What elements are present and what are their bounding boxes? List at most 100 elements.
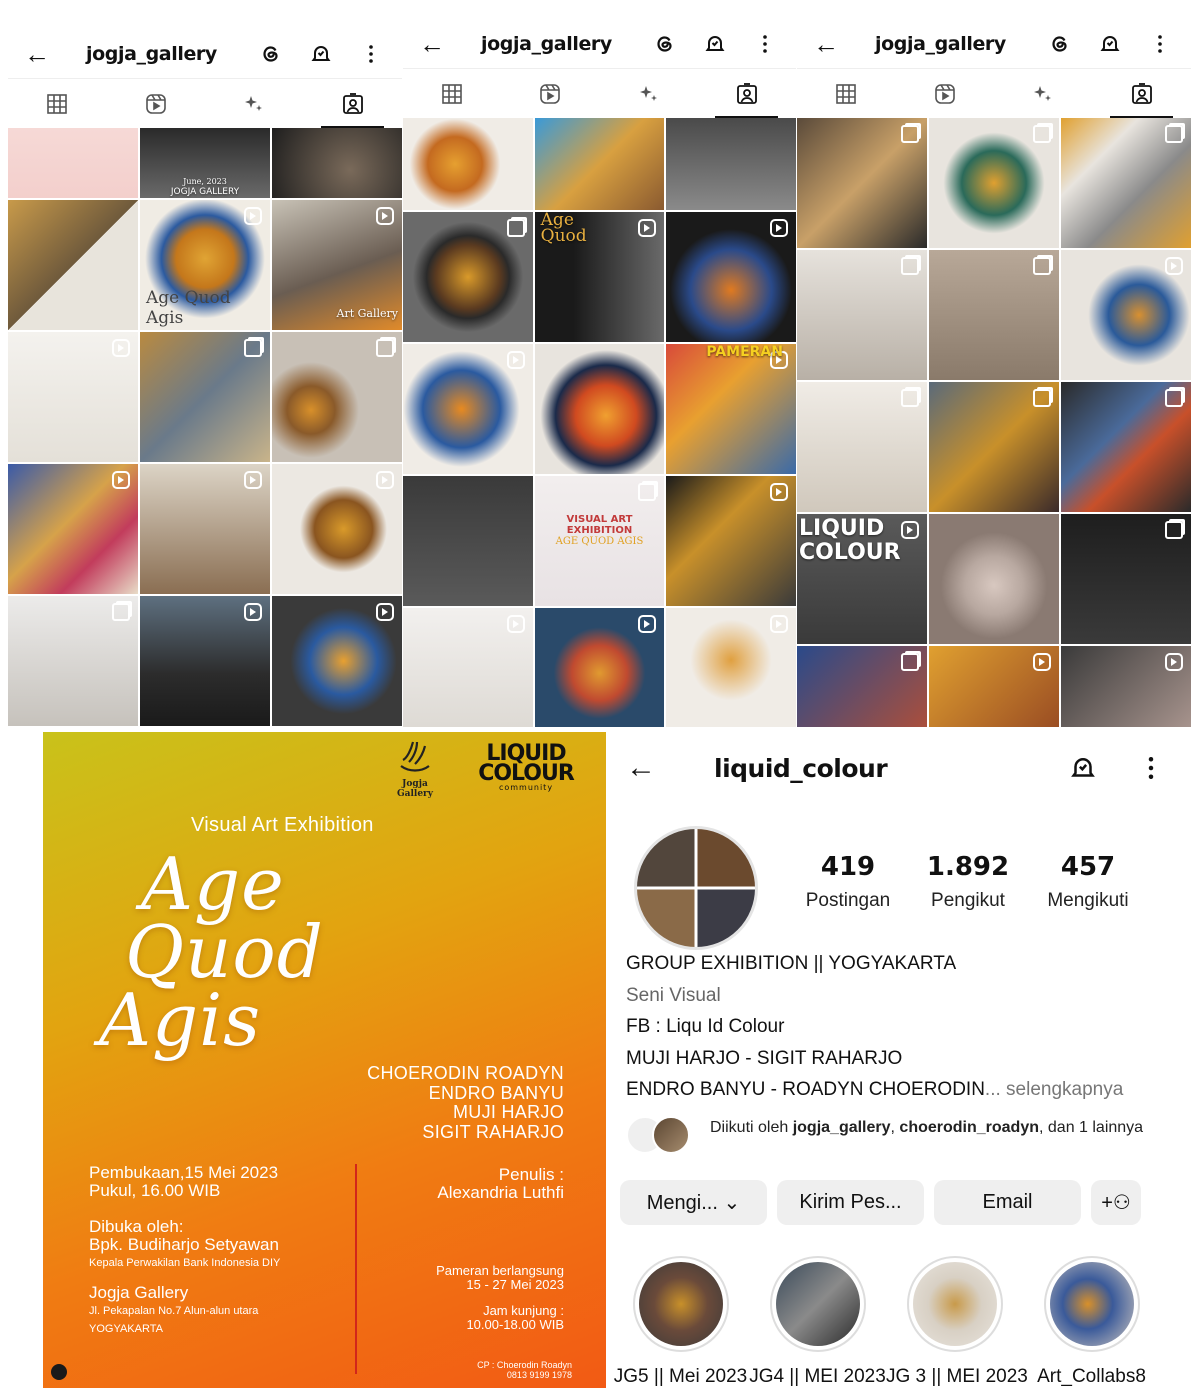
reels-icon bbox=[934, 83, 955, 104]
tab-posts[interactable] bbox=[8, 79, 107, 128]
tab-tagged[interactable] bbox=[698, 69, 796, 118]
reels-icon bbox=[540, 83, 561, 104]
top-bar: ← jogja_gallery bbox=[797, 0, 1191, 68]
visit-label: Jam kunjung : bbox=[483, 1303, 564, 1318]
highlight-item[interactable]: JG5 || Mei 2023 bbox=[612, 1256, 749, 1388]
tab-reels[interactable] bbox=[107, 79, 206, 128]
grid-post[interactable]: June, 2023 JOGJA GALLERY bbox=[140, 128, 270, 198]
grid-post[interactable]: Art Gallery bbox=[272, 200, 402, 330]
grid-post[interactable] bbox=[403, 344, 533, 474]
grid-post[interactable] bbox=[272, 464, 402, 594]
account-badge-icon bbox=[51, 1364, 67, 1380]
grid-post[interactable] bbox=[534, 118, 665, 210]
grid-post[interactable] bbox=[140, 332, 270, 462]
duration-dates: 15 - 27 Mei 2023 bbox=[466, 1277, 564, 1292]
reel-icon bbox=[112, 339, 130, 357]
grid-post[interactable] bbox=[272, 332, 402, 462]
liquid-colour-logo: LIQUID COLOUR community bbox=[478, 741, 575, 792]
tab-reels[interactable] bbox=[896, 69, 995, 118]
threads-icon[interactable] bbox=[254, 37, 288, 71]
sparkle-icon bbox=[639, 85, 657, 101]
tab-collabs[interactable] bbox=[205, 79, 304, 128]
grid-post[interactable] bbox=[1061, 514, 1191, 644]
more-options-icon[interactable] bbox=[1143, 27, 1177, 61]
back-arrow-icon[interactable]: ← bbox=[813, 27, 849, 61]
reel-icon bbox=[1165, 653, 1183, 671]
tab-posts[interactable] bbox=[403, 69, 501, 118]
tab-posts[interactable] bbox=[797, 69, 896, 118]
more-options-icon[interactable] bbox=[1131, 748, 1171, 788]
grid-post[interactable] bbox=[8, 128, 138, 198]
notification-bell-icon[interactable] bbox=[304, 37, 338, 71]
see-more-link[interactable]: ... selengkapnya bbox=[985, 1079, 1123, 1100]
grid-post[interactable] bbox=[929, 514, 1059, 644]
grid-post[interactable] bbox=[8, 464, 138, 594]
highlight-item[interactable]: Art_Collabs8 bbox=[1023, 1256, 1160, 1388]
grid-post[interactable] bbox=[8, 596, 138, 726]
tab-collabs[interactable] bbox=[994, 69, 1093, 118]
stat-posts[interactable]: 419 Postingan bbox=[788, 852, 908, 912]
grid-post[interactable] bbox=[534, 344, 665, 474]
profile-avatar[interactable] bbox=[634, 826, 758, 950]
grid-post[interactable] bbox=[1061, 646, 1191, 727]
notification-bell-icon[interactable] bbox=[1093, 27, 1127, 61]
grid-post[interactable] bbox=[272, 128, 402, 198]
grid-post[interactable] bbox=[1061, 250, 1191, 380]
grid-post[interactable]: LIQUID COLOUR bbox=[797, 514, 927, 644]
notification-bell-icon[interactable] bbox=[698, 27, 732, 61]
stat-following[interactable]: 457 Mengikuti bbox=[1028, 852, 1148, 912]
grid-post[interactable] bbox=[8, 332, 138, 462]
grid-post[interactable] bbox=[929, 646, 1059, 727]
grid-post[interactable] bbox=[403, 608, 533, 727]
threads-icon[interactable] bbox=[1043, 27, 1077, 61]
grid-post[interactable] bbox=[797, 382, 927, 512]
grid-post[interactable] bbox=[666, 212, 796, 342]
grid-post[interactable] bbox=[929, 382, 1059, 512]
back-arrow-icon[interactable]: ← bbox=[419, 27, 455, 61]
email-button[interactable]: Email bbox=[934, 1180, 1081, 1225]
grid-post[interactable] bbox=[8, 200, 138, 330]
grid-post[interactable] bbox=[666, 118, 796, 210]
grid-post[interactable] bbox=[666, 608, 796, 727]
threads-icon[interactable] bbox=[648, 27, 682, 61]
highlight-item[interactable]: JG 3 || MEI 2023 bbox=[886, 1256, 1028, 1388]
grid-post[interactable] bbox=[140, 596, 270, 726]
tab-tagged[interactable] bbox=[304, 79, 403, 128]
grid-post[interactable]: PAMERAN bbox=[666, 344, 796, 474]
back-arrow-icon[interactable]: ← bbox=[626, 751, 666, 785]
notification-bell-icon[interactable] bbox=[1063, 748, 1103, 788]
more-options-icon[interactable] bbox=[354, 37, 388, 71]
post-date: June, 2023 bbox=[183, 177, 227, 186]
grid-post[interactable]: Age Quod bbox=[534, 212, 665, 342]
grid-post[interactable]: Age Quod Agis bbox=[140, 200, 270, 330]
grid-post[interactable]: VISUAL ART EXHIBITION AGE QUOD AGIS bbox=[534, 476, 665, 606]
grid-post[interactable] bbox=[797, 250, 927, 380]
tab-collabs[interactable] bbox=[600, 69, 698, 118]
grid-post[interactable] bbox=[797, 646, 927, 727]
grid-post[interactable] bbox=[929, 118, 1059, 248]
tab-tagged[interactable] bbox=[1093, 69, 1191, 118]
following-button[interactable]: Mengi... ⌄ bbox=[620, 1180, 767, 1225]
grid-post[interactable] bbox=[140, 464, 270, 594]
grid-post[interactable] bbox=[534, 608, 665, 727]
post-title: Age Quod Agis bbox=[146, 288, 231, 328]
grid-post[interactable] bbox=[929, 250, 1059, 380]
stat-followers[interactable]: 1.892 Pengikut bbox=[908, 852, 1028, 912]
grid-post[interactable] bbox=[403, 118, 533, 210]
tab-reels[interactable] bbox=[501, 69, 599, 118]
carousel-icon bbox=[638, 483, 657, 501]
back-arrow-icon[interactable]: ← bbox=[24, 37, 60, 71]
reel-icon bbox=[638, 615, 657, 633]
grid-post[interactable] bbox=[1061, 382, 1191, 512]
add-user-button[interactable]: +⚇ bbox=[1091, 1180, 1141, 1225]
highlight-item[interactable]: JG4 || MEI 2023 bbox=[749, 1256, 886, 1388]
grid-post[interactable] bbox=[1061, 118, 1191, 248]
grid-post[interactable] bbox=[403, 476, 533, 606]
grid-post[interactable] bbox=[797, 118, 927, 248]
grid-post[interactable] bbox=[666, 476, 796, 606]
more-options-icon[interactable] bbox=[748, 27, 782, 61]
followed-by[interactable]: Diikuti oleh jogja_gallery, choerodin_ro… bbox=[626, 1116, 1146, 1156]
grid-post[interactable] bbox=[403, 212, 533, 342]
grid-post[interactable] bbox=[272, 596, 402, 726]
message-button[interactable]: Kirim Pes... bbox=[777, 1180, 924, 1225]
